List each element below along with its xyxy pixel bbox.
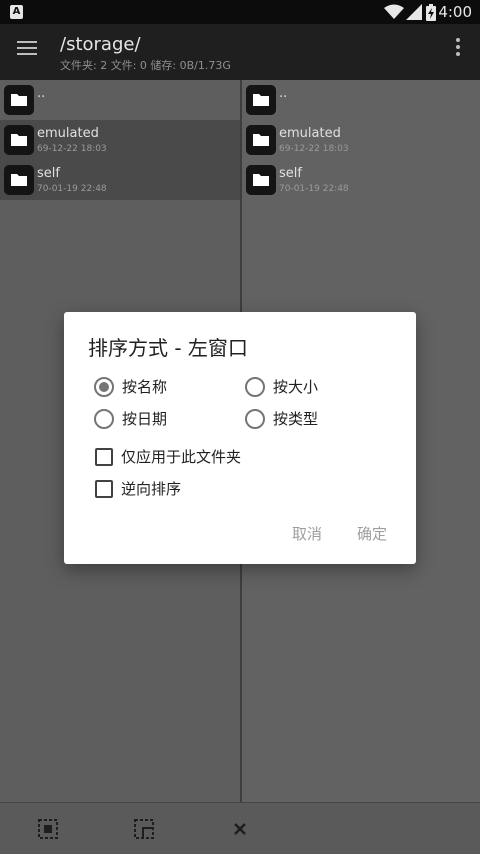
close-icon[interactable] xyxy=(228,817,252,841)
file-date: 69-12-22 18:03 xyxy=(279,144,349,154)
folder-icon xyxy=(4,85,34,115)
battery-icon xyxy=(426,4,436,21)
radio-button[interactable] xyxy=(94,408,114,429)
sort-by-name-option[interactable]: 按名称 xyxy=(94,376,167,397)
sort-by-type-option[interactable]: 按类型 xyxy=(245,408,318,429)
select-range-icon[interactable] xyxy=(132,817,156,841)
bottom-action-bar xyxy=(0,802,480,854)
folder-icon xyxy=(246,125,276,155)
folder-icon xyxy=(4,165,34,195)
select-all-icon[interactable] xyxy=(36,817,60,841)
file-name: emulated xyxy=(37,126,99,141)
checkbox[interactable] xyxy=(95,479,113,498)
option-label: 按类型 xyxy=(273,410,319,428)
file-name: self xyxy=(37,166,60,181)
file-name: self xyxy=(279,166,302,181)
sort-dialog: 排序方式 - 左窗口 按名称 按大小 按日期 按类型 仅应用于此文件夹 逆向排序… xyxy=(64,312,416,564)
radio-button[interactable] xyxy=(245,376,265,397)
file-name: emulated xyxy=(279,126,341,141)
folder-icon xyxy=(246,85,276,115)
storage-summary: 文件夹: 2 文件: 0 储存: 0B/1.73G xyxy=(60,59,231,72)
dialog-title: 排序方式 - 左窗口 xyxy=(88,336,248,360)
option-label: 逆向排序 xyxy=(121,480,182,498)
option-label: 仅应用于此文件夹 xyxy=(121,448,242,466)
folder-icon xyxy=(4,125,34,155)
file-date: 70-01-19 22:48 xyxy=(279,184,349,194)
reverse-sort-checkbox[interactable]: 逆向排序 xyxy=(95,478,181,499)
file-name: .. xyxy=(37,86,46,101)
more-vert-icon[interactable] xyxy=(456,38,462,60)
option-label: 按日期 xyxy=(122,410,168,428)
option-label: 按名称 xyxy=(122,378,168,396)
list-item[interactable]: .. xyxy=(0,80,240,120)
menu-icon[interactable] xyxy=(17,41,39,57)
radio-button[interactable] xyxy=(245,408,265,429)
list-item[interactable]: self 70-01-19 22:48 xyxy=(0,160,240,200)
app-notification-icon: A xyxy=(10,5,23,19)
status-time: 4:00 xyxy=(438,3,472,21)
list-item[interactable]: self 70-01-19 22:48 xyxy=(242,160,480,200)
cancel-button[interactable]: 取消 xyxy=(292,523,322,544)
ok-button[interactable]: 确定 xyxy=(357,523,387,544)
sort-by-date-option[interactable]: 按日期 xyxy=(94,408,167,429)
list-item[interactable]: emulated 69-12-22 18:03 xyxy=(242,120,480,160)
path-title: /storage/ xyxy=(60,34,141,55)
checkbox[interactable] xyxy=(95,447,113,466)
file-date: 70-01-19 22:48 xyxy=(37,184,107,194)
file-date: 69-12-22 18:03 xyxy=(37,144,107,154)
apply-this-folder-checkbox[interactable]: 仅应用于此文件夹 xyxy=(95,446,241,467)
list-item[interactable]: emulated 69-12-22 18:03 xyxy=(0,120,240,160)
wifi-icon xyxy=(384,4,404,19)
file-name: .. xyxy=(279,86,288,101)
option-label: 按大小 xyxy=(273,378,319,396)
signal-icon xyxy=(406,4,422,20)
sort-by-size-option[interactable]: 按大小 xyxy=(245,376,318,397)
status-bar: A 4:00 xyxy=(0,0,480,24)
app-toolbar: /storage/ 文件夹: 2 文件: 0 储存: 0B/1.73G xyxy=(0,24,480,80)
radio-button[interactable] xyxy=(94,376,114,397)
folder-icon xyxy=(246,165,276,195)
list-item[interactable]: .. xyxy=(242,80,480,120)
